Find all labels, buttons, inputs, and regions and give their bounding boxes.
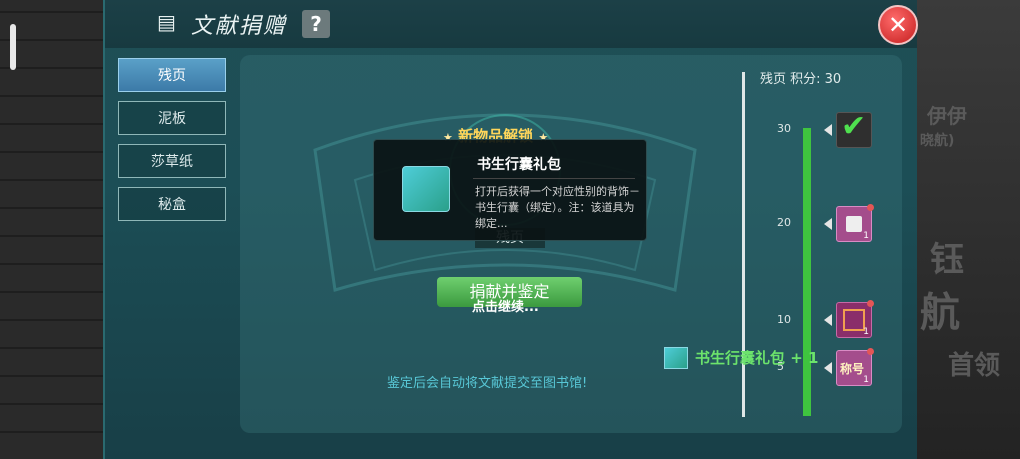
popup-description: 打开后获得一个对应性别的背饰－书生行囊（绑定）。注：该道具为绑定...	[475, 185, 640, 230]
background-text-1: 钰	[930, 240, 964, 280]
tick-label: 30	[777, 122, 791, 135]
reward-pointer-icon	[824, 124, 832, 136]
reward-pointer-icon	[824, 314, 832, 326]
background-text-2: 航	[920, 290, 960, 336]
reward-pointer-icon	[824, 218, 832, 230]
tick-label: 10	[777, 313, 791, 326]
frame-icon	[843, 309, 865, 331]
background-wall-left	[0, 0, 105, 459]
notification-dot	[867, 348, 874, 355]
popup-item-name: 书生行囊礼包	[477, 157, 561, 173]
gift-package-icon	[664, 347, 688, 369]
tick-label: 20	[777, 216, 791, 229]
book-icon: ▤	[157, 10, 176, 34]
help-button[interactable]: ?	[302, 10, 330, 38]
tab-remnant[interactable]: 残页	[118, 58, 226, 92]
reward-gift[interactable]: 1	[836, 204, 874, 242]
background-player-name: 伊伊	[927, 104, 967, 128]
reward-title[interactable]: 称号 1	[836, 348, 874, 386]
score-progress-bar	[803, 128, 811, 416]
score-label: 残页 积分: 30	[760, 72, 842, 87]
page-title: 文献捐赠	[191, 14, 288, 39]
popup-divider	[473, 178, 635, 179]
background-player-tag: 晓航)	[920, 133, 955, 149]
bottom-note: 鉴定后会自动将文献提交至图书馆!	[387, 376, 588, 391]
close-button[interactable]: ✕	[878, 5, 918, 45]
title-badge-icon: 称号	[840, 362, 865, 376]
background-text-3: 首领	[948, 351, 1001, 381]
tab-papyrus[interactable]: 莎草纸	[118, 144, 226, 178]
unlock-popup[interactable]: 书生行囊礼包 打开后获得一个对应性别的背饰－书生行囊（绑定）。注：该道具为绑定.…	[373, 139, 647, 241]
item-gain-text: 书生行囊礼包 + 1	[695, 349, 819, 367]
tab-clay-tablet[interactable]: 泥板	[118, 101, 226, 135]
reward-count: 1	[863, 231, 869, 241]
panel-header: ▤ 文献捐赠 ? ✕	[105, 0, 918, 48]
reward-pointer-icon	[824, 362, 832, 374]
donation-panel: ▤ 文献捐赠 ? ✕ 残页 泥板 莎草纸 秘盒 残页 ★ 新物品解锁 ★ 书生行…	[103, 0, 918, 459]
reward-claimed[interactable]: ✔	[836, 109, 872, 148]
tab-secret-box[interactable]: 秘盒	[118, 187, 226, 221]
reward-frame[interactable]: 1	[836, 300, 874, 338]
check-icon: ✔	[841, 109, 867, 144]
gift-icon	[846, 216, 862, 232]
notification-dot	[867, 204, 874, 211]
tap-continue-text[interactable]: 点击继续...	[472, 296, 539, 315]
reward-count: 1	[863, 327, 869, 337]
gift-package-icon	[402, 166, 450, 212]
reward-count: 1	[863, 375, 869, 385]
side-drag-handle[interactable]	[10, 24, 16, 70]
notification-dot	[867, 300, 874, 307]
